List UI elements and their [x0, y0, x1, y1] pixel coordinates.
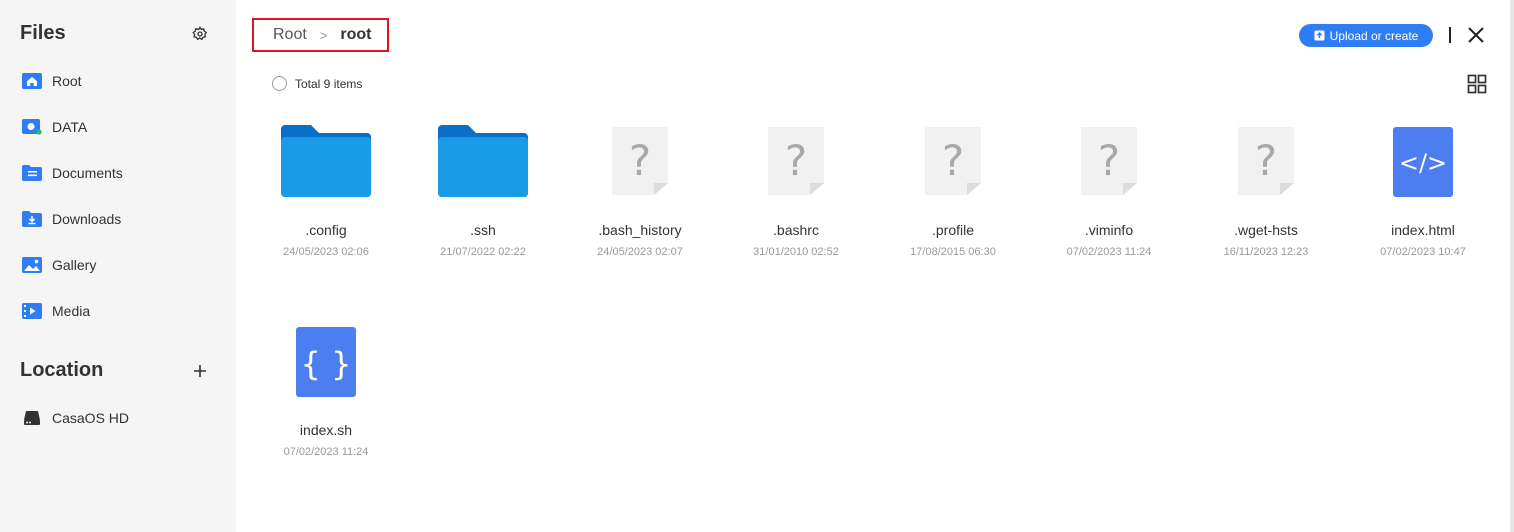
- svg-text:{ }: { }: [301, 345, 352, 383]
- location-item-label: CasaOS HD: [52, 410, 130, 426]
- file-name: index.html: [1391, 222, 1455, 238]
- file-date: 21/07/2022 02:22: [440, 246, 526, 258]
- file-name: .config: [305, 222, 347, 238]
- sidebar-item-documents[interactable]: Documents: [0, 153, 236, 193]
- svg-text:?: ?: [629, 136, 651, 185]
- sidebar-item-downloads[interactable]: Downloads: [0, 199, 236, 239]
- sidebar-item-media[interactable]: Media: [0, 291, 236, 331]
- file-name: .bash_history: [598, 222, 682, 238]
- unknown-file-icon: ?: [751, 125, 841, 205]
- sidebar-item-label: Downloads: [52, 211, 122, 227]
- file-date: 17/08/2015 06:30: [910, 246, 996, 258]
- file-name: .wget-hsts: [1234, 222, 1298, 238]
- sidebar-item-data[interactable]: DATA: [0, 107, 236, 147]
- breadcrumb-current: root: [340, 26, 372, 43]
- folder-icon: [281, 125, 371, 205]
- file-name: .viminfo: [1084, 222, 1134, 238]
- sidebar: Files Root DATA Documents Downloads Gall…: [0, 0, 236, 532]
- files-app: Files Root DATA Documents Downloads Gall…: [0, 0, 1514, 532]
- file-date: 07/02/2023 10:47: [1380, 246, 1466, 258]
- file-item-config[interactable]: .config 24/05/2023 02:06: [251, 125, 401, 275]
- file-item-wget-hsts[interactable]: ? .wget-hsts 16/11/2023 12:23: [1191, 125, 1341, 275]
- sidebar-item-label: DATA: [52, 119, 88, 135]
- file-item-viminfo[interactable]: ? .viminfo 07/02/2023 11:24: [1034, 125, 1184, 275]
- html-code-icon: </>: [1378, 125, 1468, 205]
- settings-gear-icon[interactable]: [188, 22, 212, 46]
- file-date: 24/05/2023 02:07: [597, 246, 683, 258]
- unknown-file-icon: ?: [1064, 125, 1154, 205]
- sidebar-item-root[interactable]: Root: [0, 61, 236, 101]
- data-folder-icon: [22, 117, 42, 137]
- total-items-label: Total 9 items: [295, 76, 363, 91]
- unknown-file-icon: ?: [1221, 125, 1311, 205]
- unknown-file-icon: ?: [595, 125, 685, 205]
- file-name: .ssh: [470, 222, 496, 238]
- svg-text:</>: </>: [1399, 149, 1447, 177]
- file-item-ssh[interactable]: .ssh 21/07/2022 02:22: [408, 125, 558, 275]
- script-braces-icon: { }: [281, 325, 371, 405]
- folder-icon: [438, 125, 528, 205]
- file-item-bashrc[interactable]: ? .bashrc 31/01/2010 02:52: [721, 125, 871, 275]
- sidebar-item-gallery[interactable]: Gallery: [0, 245, 236, 285]
- grid-view-icon[interactable]: [1467, 74, 1487, 94]
- drive-icon: [22, 408, 42, 428]
- file-date: 07/02/2023 11:24: [283, 446, 369, 458]
- sidebar-item-label: Gallery: [52, 257, 97, 273]
- close-icon[interactable]: [1466, 25, 1486, 45]
- file-item-index-sh[interactable]: { } index.sh 07/02/2023 11:24: [251, 325, 401, 475]
- downloads-folder-icon: [22, 209, 42, 229]
- sidebar-item-label: Media: [52, 303, 91, 319]
- upload-button-label: Upload or create: [1329, 28, 1419, 43]
- file-name: index.sh: [299, 422, 353, 438]
- main-panel: Root > root Upload or create Total 9 ite…: [236, 0, 1510, 532]
- documents-folder-icon: [22, 163, 42, 183]
- gallery-icon: [22, 255, 42, 275]
- file-item-index-html[interactable]: </> index.html 07/02/2023 10:47: [1348, 125, 1498, 275]
- sidebar-item-label: Root: [52, 73, 82, 89]
- svg-text:?: ?: [942, 136, 964, 185]
- file-name: .bashrc: [773, 222, 819, 238]
- file-item-profile[interactable]: ? .profile 17/08/2015 06:30: [878, 125, 1028, 275]
- location-item-casaos-hd[interactable]: CasaOS HD: [0, 398, 236, 438]
- unknown-file-icon: ?: [908, 125, 998, 205]
- file-name: .profile: [931, 222, 975, 238]
- file-date: 07/02/2023 11:24: [1066, 246, 1152, 258]
- home-icon: [22, 71, 42, 91]
- file-item-bash-history[interactable]: ? .bash_history 24/05/2023 02:07: [565, 125, 715, 275]
- breadcrumb: Root > root: [252, 18, 389, 52]
- toolbar-divider: [1449, 27, 1451, 43]
- upload-icon: [1314, 30, 1325, 41]
- sidebar-item-label: Documents: [52, 165, 123, 181]
- svg-text:?: ?: [1255, 136, 1277, 185]
- file-date: 24/05/2023 02:06: [283, 246, 369, 258]
- file-date: 16/11/2023 12:23: [1223, 246, 1309, 258]
- media-icon: [22, 301, 42, 321]
- breadcrumb-root[interactable]: Root: [273, 26, 307, 44]
- sidebar-title: Files: [20, 22, 66, 44]
- location-title: Location: [20, 359, 104, 381]
- window-edge: [1510, 0, 1514, 532]
- upload-or-create-button[interactable]: Upload or create: [1299, 24, 1433, 47]
- add-location-plus-icon[interactable]: [188, 359, 212, 383]
- svg-text:?: ?: [785, 136, 807, 185]
- breadcrumb-separator: >: [319, 27, 328, 43]
- select-all[interactable]: Total 9 items: [272, 76, 362, 91]
- file-date: 31/01/2010 02:52: [753, 246, 839, 258]
- select-all-radio[interactable]: [272, 76, 287, 91]
- svg-text:?: ?: [1098, 136, 1120, 185]
